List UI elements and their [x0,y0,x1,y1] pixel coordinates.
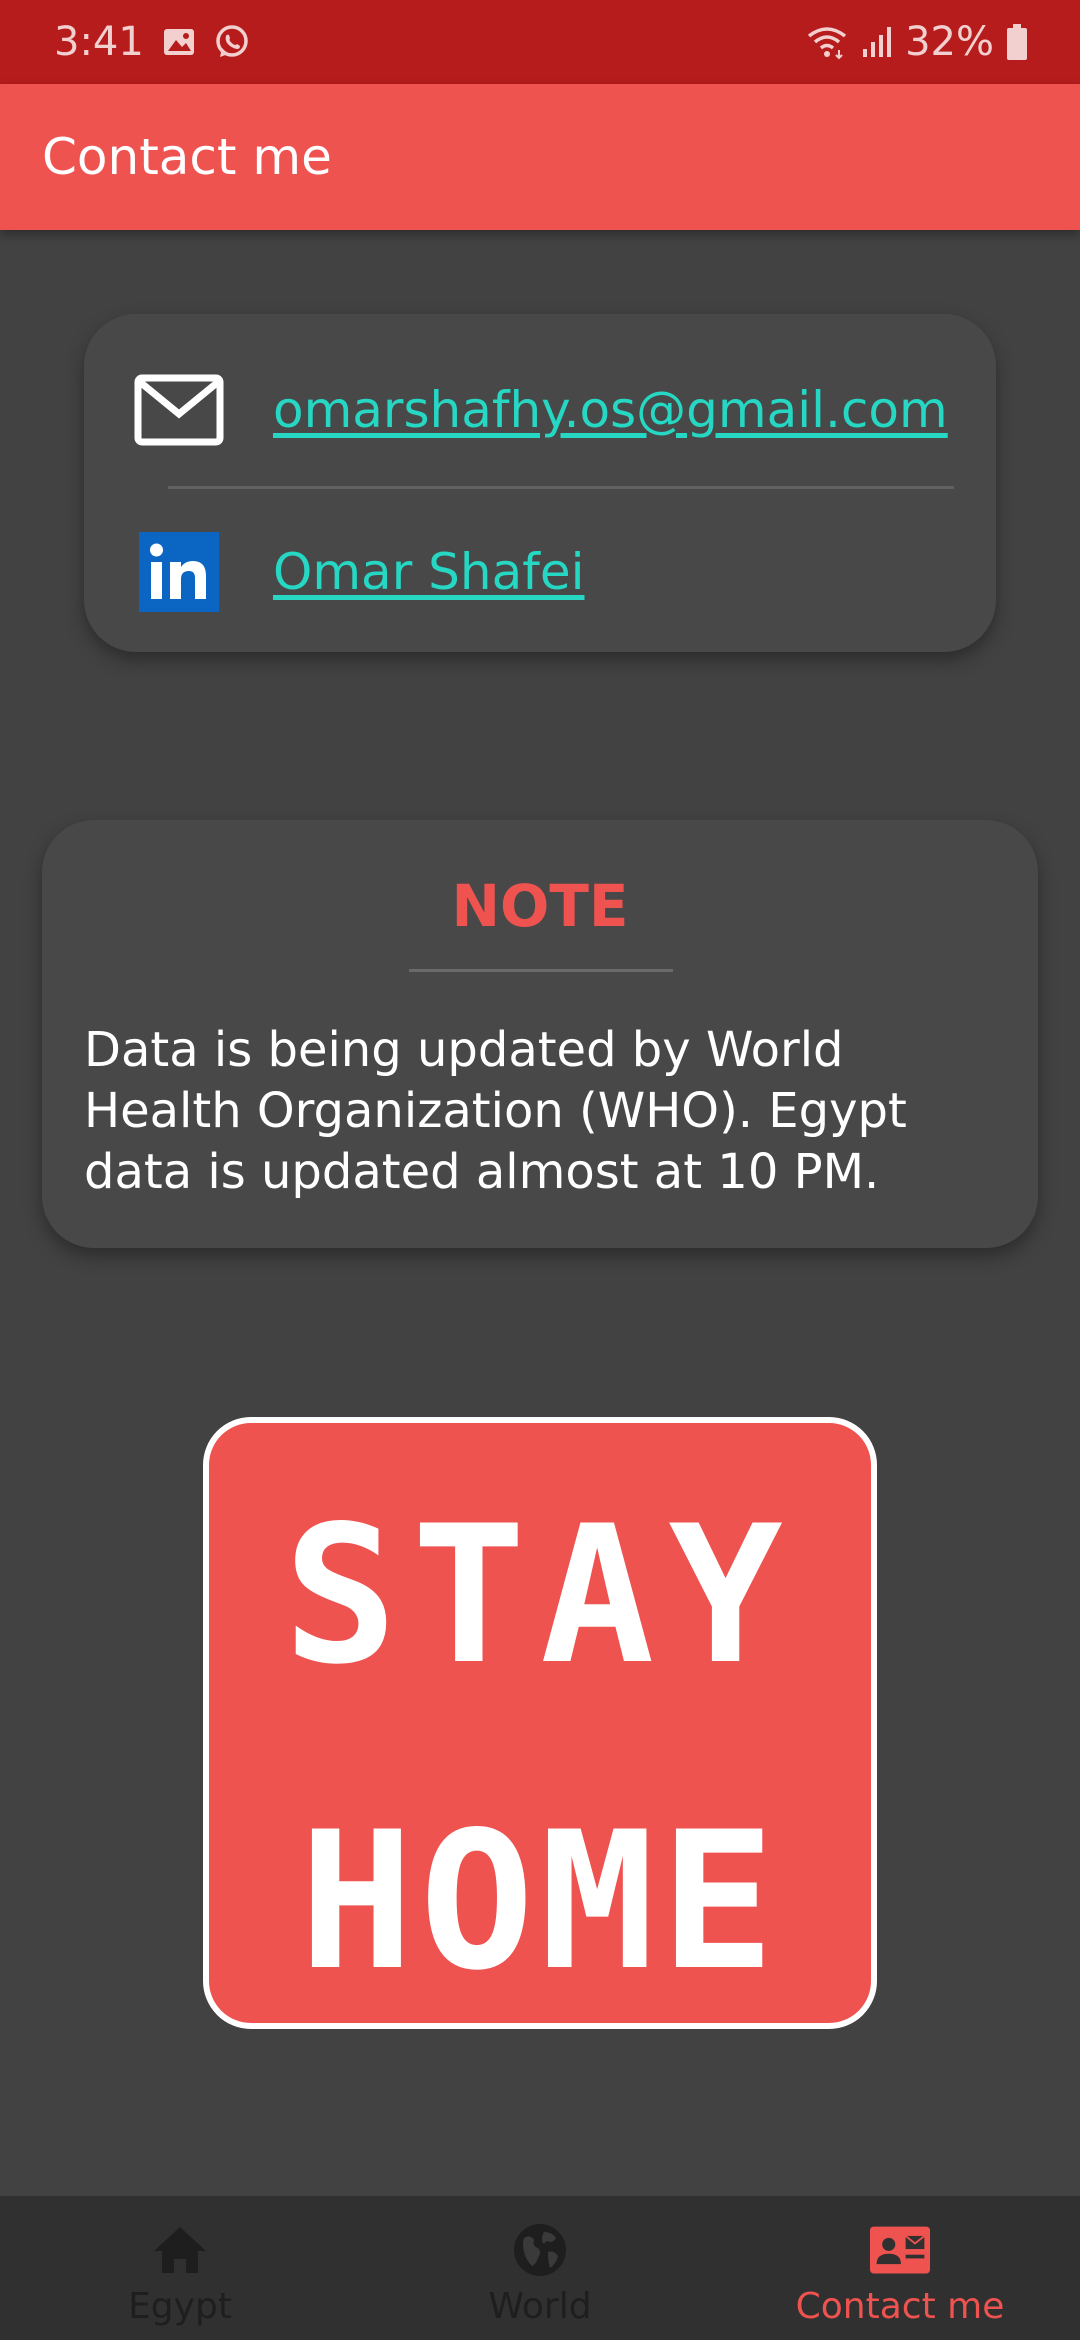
nav-label-world: World [488,2286,592,2327]
linkedin-row[interactable]: Omar Shafei [0,512,1080,632]
note-divider [409,969,673,972]
nav-item-world[interactable]: World [360,2196,720,2340]
app-bar: Contact me [0,84,1080,230]
status-right: 32% [805,19,1028,65]
gallery-icon [162,26,196,58]
contact-divider [168,486,954,489]
stay-home-line1: STAY [283,1485,797,1706]
mail-icon [134,370,224,450]
signal-icon [861,25,893,59]
bottom-nav: Egypt World Contact me [0,2196,1080,2340]
globe-icon [510,2222,570,2278]
battery-icon [1006,23,1028,61]
home-icon [150,2222,210,2278]
email-row[interactable]: omarshafhy.os@gmail.com [0,350,1080,470]
status-time: 3:41 [54,19,144,65]
status-bar: 3:41 32% [0,0,1080,84]
note-text: Data is being updated by World Health Or… [84,1022,907,1200]
stay-home-line2: HOME [299,1791,781,2012]
contact-card-icon [870,2222,930,2278]
status-left: 3:41 [54,19,250,65]
nav-item-contact[interactable]: Contact me [720,2196,1080,2340]
email-link[interactable]: omarshafhy.os@gmail.com [273,381,948,439]
wifi-icon [805,24,849,60]
battery-percent: 32% [905,19,994,65]
page-title: Contact me [42,128,332,186]
nav-item-egypt[interactable]: Egypt [0,2196,360,2340]
nav-label-contact: Contact me [795,2286,1005,2327]
stay-home-image: STAY HOME [203,1417,877,2029]
nav-label-egypt: Egypt [128,2286,232,2327]
note-title: NOTE [451,872,629,940]
whatsapp-icon [214,24,250,60]
linkedin-link[interactable]: Omar Shafei [273,543,584,601]
linkedin-icon [134,532,224,612]
